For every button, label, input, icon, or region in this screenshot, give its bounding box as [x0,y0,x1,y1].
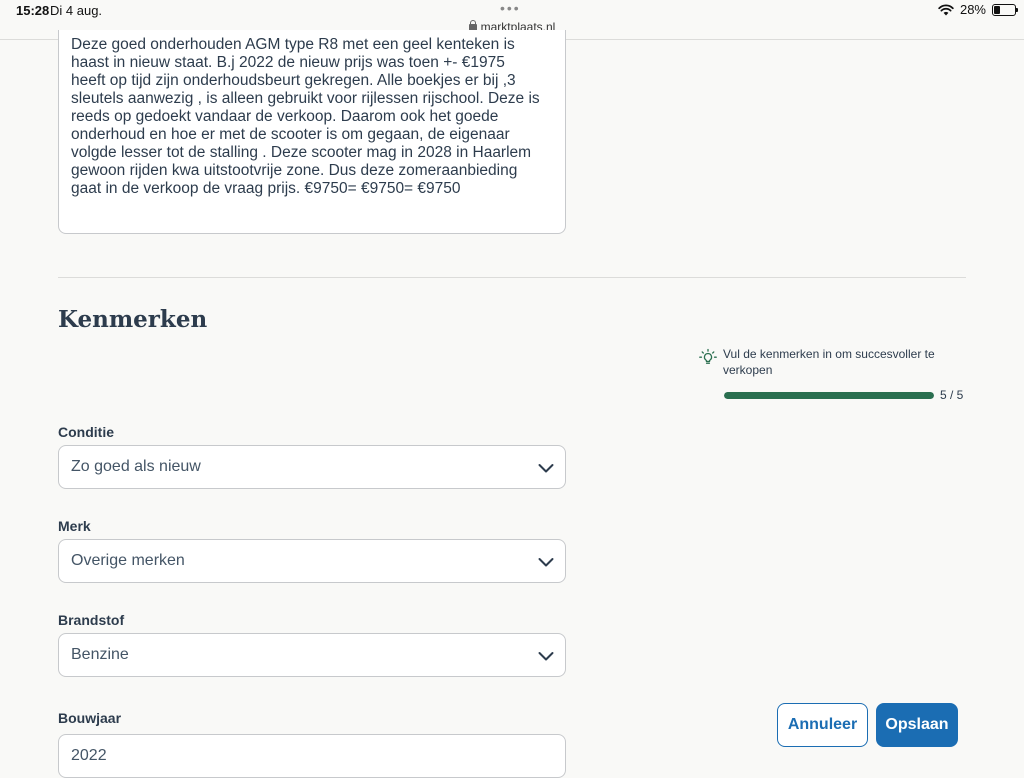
battery-icon [992,3,1018,16]
description-textarea[interactable]: Deze goed onderhouden AGM type R8 met ee… [58,30,566,234]
section-divider [58,277,966,278]
progress-count: 5 / 5 [940,388,964,402]
chevron-down-icon [538,558,554,567]
description-line: onderhoud en hoe er met de scooter is om… [71,126,510,143]
select-merk-value: Overige merken [71,552,185,569]
label-merk: Merk [58,518,91,534]
battery-percent: 28% [959,2,986,17]
label-conditie: Conditie [58,424,114,440]
description-line: gaat in de verkoop de vraag prijs. €9750… [71,180,461,197]
chevron-down-icon [538,464,554,473]
status-date: Di 4 aug. [50,3,103,18]
description-line: gewoon rijden kwa uitstootvrije zone. Du… [71,162,518,179]
section-title-kenmerken: Kenmerken [58,306,208,333]
description-line: heeft op tijd zijn onderhoudsbeurt gekre… [71,72,516,89]
select-brandstof-value: Benzine [71,646,129,663]
chevron-down-icon [538,652,554,661]
description-line: reeds op gedoekt vandaar de verkoop. Daa… [71,108,499,125]
status-time: 15:28 [16,3,50,18]
input-bouwjaar[interactable]: 2022 [58,734,566,778]
label-brandstof: Brandstof [58,612,125,628]
label-bouwjaar: Bouwjaar [58,710,122,726]
progress-fill [724,392,934,399]
select-merk[interactable]: Overige merken [58,539,566,583]
select-conditie[interactable]: Zo goed als nieuw [58,445,566,489]
select-conditie-value: Zo goed als nieuw [71,458,201,475]
description-line: volgde lesser tot de stalling . Deze sco… [71,144,532,161]
save-button[interactable]: Opslaan [876,703,958,747]
status-right: 28% [938,2,1018,17]
multitask-dots-icon[interactable]: ••• [500,0,521,16]
kenmerken-progress-bar [724,392,934,399]
description-line: sleutels aanwezig , is alleen gebruikt v… [71,90,540,107]
select-brandstof[interactable]: Benzine [58,633,566,677]
input-bouwjaar-value: 2022 [71,747,107,764]
wifi-icon [938,3,954,15]
description-line: haast in nieuw staat. B.j 2022 de nieuw … [71,54,505,71]
description-line: Deze goed onderhouden AGM type R8 met ee… [71,36,515,53]
hint-text: Vul de kenmerken in om succesvoller te v… [723,347,935,377]
cancel-button[interactable]: Annuleer [777,703,868,747]
lightbulb-icon [699,348,717,364]
